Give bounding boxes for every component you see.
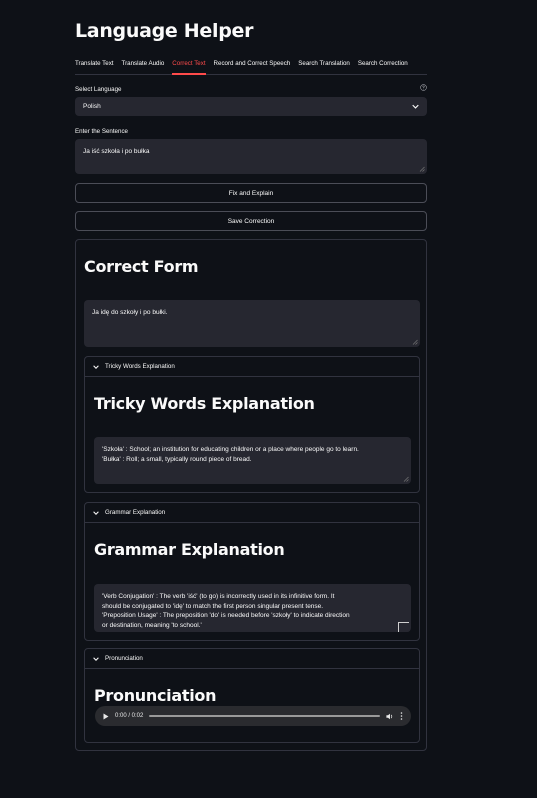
tab-record-and-correct-speech[interactable]: Record and Correct Speech: [214, 56, 291, 69]
resize-grip-icon[interactable]: [403, 476, 409, 482]
correct-form-output[interactable]: Ja idę do szkoły i po bułki.: [84, 300, 420, 347]
chevron-down-icon: [93, 364, 99, 369]
grammar-line: 'Preposition Usage' : The preposition 'd…: [102, 612, 350, 619]
sentence-input[interactable]: Ja iść szkoła i po bułka: [75, 139, 427, 174]
audio-player: 0:00 / 0:02: [95, 706, 411, 726]
chevron-down-icon: [93, 510, 99, 515]
chevron-down-icon: [93, 656, 99, 661]
tab-translate-audio[interactable]: Translate Audio: [122, 56, 165, 69]
correct-form-heading: Correct Form: [84, 257, 199, 276]
grammar-line: should be conjugated to 'idę' to match t…: [102, 602, 324, 610]
help-icon[interactable]: [420, 84, 427, 91]
save-correction-button[interactable]: Save Correction: [75, 211, 427, 231]
pronunciation-expander-header[interactable]: Pronunciation: [85, 649, 419, 669]
correct-form-text: Ja idę do szkoły i po bułki.: [92, 309, 168, 316]
language-label: Select Language: [75, 86, 122, 93]
audio-progress-slider[interactable]: [149, 715, 380, 717]
tricky-words-expander-header[interactable]: Tricky Words Explanation: [85, 357, 419, 377]
tab-search-translation[interactable]: Search Translation: [298, 56, 350, 69]
sentence-label: Enter the Sentence: [75, 128, 128, 135]
pronunciation-expander: Pronunciation Pronunciation 0:00 / 0:02: [84, 648, 420, 743]
tricky-words-line: 'Szkoła' : School; an institution for ed…: [102, 446, 359, 453]
more-icon[interactable]: [400, 712, 403, 720]
pronunciation-heading: Pronunciation: [94, 686, 217, 705]
tricky-words-expander: Tricky Words Explanation Tricky Words Ex…: [84, 356, 420, 493]
sentence-input-value: Ja iść szkoła i po bułka: [83, 148, 150, 155]
grammar-expander-label: Grammar Explanation: [105, 509, 166, 516]
page: Language Helper Translate Text Translate…: [0, 0, 537, 798]
language-select[interactable]: Polish: [75, 97, 427, 116]
fix-and-explain-button[interactable]: Fix and Explain: [75, 183, 427, 203]
language-select-value: Polish: [83, 103, 101, 110]
tricky-words-expander-label: Tricky Words Explanation: [105, 363, 175, 370]
tricky-words-output[interactable]: 'Szkoła' : School; an institution for ed…: [94, 437, 411, 484]
grammar-expander: Grammar Explanation Grammar Explanation …: [84, 502, 420, 641]
tricky-words-heading: Tricky Words Explanation: [94, 394, 315, 413]
page-title: Language Helper: [75, 20, 254, 42]
play-icon[interactable]: [103, 713, 109, 720]
tab-correct-text[interactable]: Correct Text: [172, 56, 206, 75]
audio-time: 0:00 / 0:02: [115, 713, 144, 719]
resize-grip-icon[interactable]: [419, 166, 425, 172]
scrollbar-corner[interactable]: [398, 622, 409, 632]
tab-search-correction[interactable]: Search Correction: [358, 56, 408, 69]
result-container: Correct Form Ja idę do szkoły i po bułki…: [75, 239, 427, 751]
tab-bar: Translate Text Translate Audio Correct T…: [75, 56, 427, 75]
resize-grip-icon[interactable]: [412, 339, 418, 345]
grammar-output[interactable]: 'Verb Conjugation' : The verb 'iść' (to …: [94, 584, 411, 632]
chevron-down-icon: [412, 104, 419, 109]
pronunciation-expander-label: Pronunciation: [105, 655, 143, 662]
volume-icon[interactable]: [386, 713, 394, 720]
grammar-heading: Grammar Explanation: [94, 540, 285, 559]
grammar-line: 'Verb Conjugation' : The verb 'iść' (to …: [102, 593, 335, 600]
tricky-words-line: 'Bułka' : Roll; a small, typically round…: [102, 455, 252, 463]
grammar-expander-header[interactable]: Grammar Explanation: [85, 503, 419, 523]
grammar-line: or destination, meaning 'to school.': [102, 621, 202, 629]
tab-translate-text[interactable]: Translate Text: [75, 56, 114, 69]
